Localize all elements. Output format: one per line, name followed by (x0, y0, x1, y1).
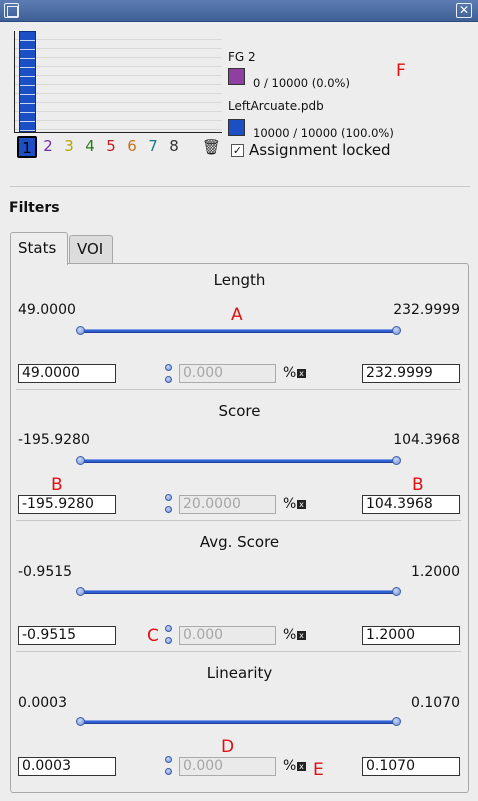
section-divider (16, 389, 461, 390)
annotation-a: A (231, 305, 243, 325)
section-divider (16, 651, 461, 652)
group-label-6: 6 (127, 137, 137, 155)
group-selector-2[interactable]: 2 (39, 136, 57, 158)
score-percent-input[interactable]: 20.0000 (179, 495, 276, 514)
group-selector-4[interactable]: 4 (81, 136, 99, 158)
filters-heading: Filters (9, 200, 60, 216)
linearity-range-slider[interactable] (76, 717, 401, 726)
length-percent-clear-icon[interactable]: x (297, 369, 306, 378)
avg-score-low-input[interactable]: -0.9515 (18, 626, 116, 645)
score-percent-symbol: % (283, 496, 297, 512)
window-icon[interactable] (4, 3, 19, 18)
group-selector-7[interactable]: 7 (144, 136, 162, 158)
score-min-value: -195.9280 (18, 432, 90, 448)
length-slider-low-handle[interactable] (76, 326, 85, 335)
score-max-value: 104.3968 (393, 432, 460, 448)
stats-panel (10, 263, 469, 793)
length-min-value: 49.0000 (18, 302, 76, 318)
group-label-2: 2 (43, 137, 53, 155)
group-label-7: 7 (148, 137, 158, 155)
annotation-b-left: B (51, 475, 63, 495)
fg-count: 0 / 10000 (0.0%) (253, 76, 350, 90)
annotation-d: D (221, 737, 235, 757)
linearity-slider-high-handle[interactable] (392, 717, 401, 726)
trash-icon[interactable]: 🗑 (202, 138, 221, 156)
avg-score-percent-spinner[interactable] (165, 625, 173, 645)
group-selector-5[interactable]: 5 (102, 136, 120, 158)
section-title-avg-score: Avg. Score (199, 533, 280, 551)
fg-color-swatch[interactable] (228, 68, 245, 85)
avg-score-slider-high-handle[interactable] (392, 587, 401, 596)
section-divider (16, 520, 461, 521)
score-percent-spinner[interactable] (165, 494, 173, 514)
group-label-4: 4 (85, 137, 95, 155)
group-selector-1[interactable]: 1 (17, 136, 37, 158)
linearity-low-input[interactable]: 0.0003 (18, 757, 116, 776)
group-label-3: 3 (64, 137, 74, 155)
annotation-b-right: B (412, 475, 424, 495)
group-selector-6[interactable]: 6 (123, 136, 141, 158)
avg-score-slider-low-handle[interactable] (76, 587, 85, 596)
length-percent-input[interactable]: 0.000 (179, 364, 276, 383)
group-label-8: 8 (169, 137, 179, 155)
histogram-bar-group-1 (19, 31, 36, 132)
linearity-min-value: 0.0003 (18, 695, 67, 711)
annotation-e: E (313, 760, 324, 780)
score-low-input[interactable]: -195.9280 (18, 495, 116, 514)
score-percent-clear-icon[interactable]: x (297, 500, 306, 509)
section-title-length: Length (213, 271, 266, 289)
group-label-5: 5 (106, 137, 116, 155)
length-slider-high-handle[interactable] (392, 326, 401, 335)
tab-stats[interactable]: Stats (10, 232, 68, 265)
linearity-percent-symbol: % (283, 758, 297, 774)
group-selector-3[interactable]: 3 (60, 136, 78, 158)
group-histogram (14, 31, 222, 133)
fg-group-name: FG 2 (228, 50, 256, 64)
close-button[interactable]: ✕ (456, 3, 472, 18)
avg-score-range-slider[interactable] (76, 587, 401, 596)
divider (10, 186, 470, 187)
section-title-score: Score (218, 402, 261, 420)
avg-score-percent-clear-icon[interactable]: x (297, 631, 306, 640)
title-bar: ✕ (0, 0, 478, 22)
annotation-f: F (396, 61, 406, 81)
linearity-percent-clear-icon[interactable]: x (297, 762, 306, 771)
avg-score-min-value: -0.9515 (18, 564, 73, 580)
score-slider-low-handle[interactable] (76, 456, 85, 465)
avg-score-high-input[interactable]: 1.2000 (362, 626, 460, 645)
group-label-1: 1 (22, 139, 32, 157)
file-count: 10000 / 10000 (100.0%) (253, 126, 394, 140)
avg-score-percent-input[interactable]: 0.000 (179, 626, 276, 645)
assignment-locked-checkbox[interactable]: ✓ (231, 144, 244, 157)
section-title-linearity: Linearity (206, 664, 273, 682)
length-range-slider[interactable] (76, 326, 401, 335)
linearity-high-input[interactable]: 0.1070 (362, 757, 460, 776)
score-high-input[interactable]: 104.3968 (362, 495, 460, 514)
linearity-percent-spinner[interactable] (165, 756, 173, 776)
length-percent-spinner[interactable] (165, 364, 173, 384)
assignment-locked-label: Assignment locked (249, 141, 391, 159)
tab-voi[interactable]: VOI (69, 235, 113, 264)
avg-score-percent-symbol: % (283, 627, 297, 643)
linearity-slider-low-handle[interactable] (76, 717, 85, 726)
length-low-input[interactable]: 49.0000 (18, 364, 116, 383)
linearity-percent-input[interactable]: 0.000 (179, 757, 276, 776)
file-name: LeftArcuate.pdb (228, 99, 324, 113)
score-slider-high-handle[interactable] (392, 456, 401, 465)
length-max-value: 232.9999 (393, 302, 460, 318)
annotation-c: C (147, 626, 159, 646)
length-percent-symbol: % (283, 365, 297, 381)
length-high-input[interactable]: 232.9999 (362, 364, 460, 383)
file-color-swatch[interactable] (228, 119, 245, 136)
score-range-slider[interactable] (76, 456, 401, 465)
linearity-max-value: 0.1070 (411, 695, 460, 711)
group-selector-8[interactable]: 8 (165, 136, 183, 158)
avg-score-max-value: 1.2000 (411, 564, 460, 580)
